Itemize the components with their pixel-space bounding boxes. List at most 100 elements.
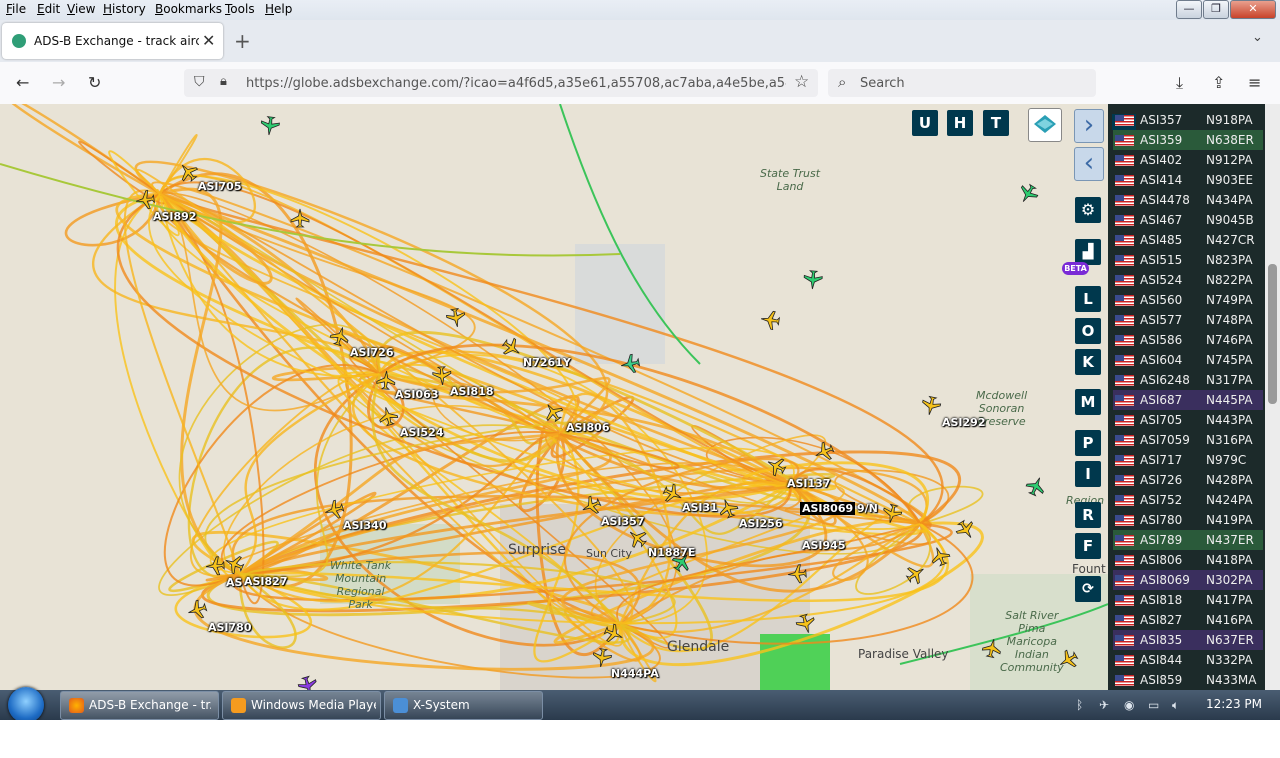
aircraft-marker[interactable] xyxy=(1016,182,1041,207)
aircraft-row[interactable]: ASI4478 N434PA xyxy=(1113,190,1263,210)
menu-file[interactable]: File xyxy=(6,2,26,16)
aircraft-row[interactable]: ASI780 N419PA xyxy=(1113,510,1263,530)
taskbar-clock[interactable]: 12:23 PM xyxy=(1206,697,1262,711)
map-button-h[interactable]: H xyxy=(947,110,973,136)
aircraft-label[interactable]: ASI063 xyxy=(395,388,439,401)
aircraft-label[interactable]: ASI31 xyxy=(682,501,718,514)
flight-map[interactable]: Surprise Glendale Sun City White Tank Mo… xyxy=(0,104,1108,690)
reload-icon[interactable]: ↻ xyxy=(88,73,101,92)
aircraft-row[interactable]: ASI789 N437ER xyxy=(1113,530,1263,550)
aircraft-marker[interactable] xyxy=(1024,474,1048,498)
map-button-p[interactable]: P xyxy=(1075,430,1101,456)
aircraft-label-selected[interactable]: ASI8069 xyxy=(800,502,856,515)
aircraft-label[interactable]: ASI827 xyxy=(244,575,288,588)
aircraft-row[interactable]: ASI859 N433MA xyxy=(1113,670,1263,690)
list-all-tabs-icon[interactable]: ⌄ xyxy=(1252,30,1263,45)
back-icon[interactable]: ← xyxy=(16,73,29,92)
aircraft-row[interactable]: ASI467 N9045B xyxy=(1113,210,1263,230)
url-text[interactable]: https://globe.adsbexchange.com/?icao=a4f… xyxy=(246,76,786,91)
lock-icon[interactable]: 🔒︎ xyxy=(220,74,227,89)
aircraft-marker[interactable] xyxy=(297,675,319,690)
aircraft-label[interactable]: ASI340 xyxy=(343,519,387,532)
aircraft-row[interactable]: ASI806 N418PA xyxy=(1113,550,1263,570)
aircraft-label[interactable]: ASI256 xyxy=(739,517,783,530)
aircraft-row[interactable]: ASI726 N428PA xyxy=(1113,470,1263,490)
downloads-icon[interactable]: ⤓ xyxy=(1176,73,1183,93)
aircraft-row[interactable]: ASI752 N424PA xyxy=(1113,490,1263,510)
aircraft-row[interactable]: ASI414 N903EE xyxy=(1113,170,1263,190)
task-firefox[interactable]: ADS-B Exchange - tr... xyxy=(60,691,219,720)
map-canvas[interactable] xyxy=(0,104,1108,690)
menu-tools[interactable]: Tools xyxy=(225,2,255,16)
aircraft-row[interactable]: ASI687 N445PA xyxy=(1113,390,1263,410)
aircraft-marker[interactable] xyxy=(954,518,979,543)
map-button-k[interactable]: K xyxy=(1075,349,1101,375)
tab-adsb-exchange[interactable]: ADS-B Exchange - track aircraft ✕ xyxy=(2,23,223,59)
forward-icon[interactable]: → xyxy=(52,73,65,92)
aircraft-label[interactable]: 9/N xyxy=(857,502,878,515)
aircraft-row[interactable]: ASI604 N745PA xyxy=(1113,350,1263,370)
aircraft-label[interactable]: ASI357 xyxy=(601,515,645,528)
settings-gear-icon[interactable]: ⚙ xyxy=(1075,197,1101,223)
aircraft-row[interactable]: ASI485 N427CR xyxy=(1113,230,1263,250)
map-button-o[interactable]: O xyxy=(1075,318,1101,344)
replay-icon[interactable]: ⟳ xyxy=(1075,576,1101,602)
aircraft-row[interactable]: ASI827 N416PA xyxy=(1113,610,1263,630)
steam-icon[interactable]: ◉ xyxy=(1124,698,1134,712)
aircraft-row[interactable]: ASI359 N638ER xyxy=(1113,130,1263,150)
app-menu-icon[interactable]: ≡ xyxy=(1248,73,1261,92)
bookmark-star-icon[interactable]: ☆ xyxy=(794,72,809,92)
menu-bookmarks[interactable]: Bookmarks xyxy=(155,2,222,16)
share-icon[interactable]: ⇪ xyxy=(1212,73,1225,92)
map-button-m[interactable]: M xyxy=(1075,389,1101,415)
aircraft-marker[interactable] xyxy=(760,310,780,330)
aircraft-row[interactable]: ASI7059 N316PA xyxy=(1113,430,1263,450)
new-tab-button[interactable]: + xyxy=(234,29,251,53)
layers-button[interactable] xyxy=(1028,108,1062,142)
aircraft-label[interactable]: ASI806 xyxy=(566,421,610,434)
display-icon[interactable]: ▭ xyxy=(1148,698,1159,712)
aircraft-row[interactable]: ASI8069 N302PA xyxy=(1113,570,1263,590)
menu-edit[interactable]: Edit xyxy=(37,2,60,16)
aircraft-label[interactable]: ASI705 xyxy=(198,180,242,193)
aircraft-label[interactable]: ASI292 xyxy=(942,416,986,429)
aircraft-label[interactable]: ASI137 xyxy=(787,477,831,490)
aircraft-row[interactable]: ASI6248 N317PA xyxy=(1113,370,1263,390)
task-x-system[interactable]: X-System xyxy=(384,691,543,720)
scrollbar-thumb[interactable] xyxy=(1268,264,1277,404)
aircraft-marker[interactable] xyxy=(446,307,467,329)
map-button-f[interactable]: F xyxy=(1075,533,1101,559)
url-bar[interactable]: ⛉ 🔒︎ https://globe.adsbexchange.com/?ica… xyxy=(184,69,818,97)
aircraft-row[interactable]: ASI717 N979C xyxy=(1113,450,1263,470)
tracking-protection-icon[interactable]: ⛉ xyxy=(194,74,205,90)
bluetooth-icon[interactable]: ᛒ xyxy=(1076,698,1083,712)
tab-close-icon[interactable]: ✕ xyxy=(202,31,215,50)
aircraft-row[interactable]: ASI705 N443PA xyxy=(1113,410,1263,430)
minimize-button[interactable]: — xyxy=(1176,0,1202,19)
aircraft-row[interactable]: ASI577 N748PA xyxy=(1113,310,1263,330)
collapse-left-button[interactable]: ‹ xyxy=(1074,147,1104,181)
aircraft-label[interactable]: AS xyxy=(226,576,242,589)
aircraft-label[interactable]: N444PA xyxy=(611,667,659,680)
map-button-t[interactable]: T xyxy=(983,110,1009,136)
map-button-r[interactable]: R xyxy=(1075,502,1101,528)
expand-right-button[interactable]: › xyxy=(1074,109,1104,143)
menu-history[interactable]: History xyxy=(103,2,146,16)
aircraft-label[interactable]: ASI818 xyxy=(450,385,494,398)
aircraft-marker[interactable] xyxy=(803,270,823,290)
close-window-button[interactable]: ✕ xyxy=(1230,0,1276,19)
search-bar[interactable]: ⌕ Search xyxy=(828,69,1096,97)
aircraft-row[interactable]: ASI586 N746PA xyxy=(1113,330,1263,350)
aircraft-row[interactable]: ASI818 N417PA xyxy=(1113,590,1263,610)
page-scrollbar[interactable] xyxy=(1265,104,1280,690)
aircraft-row[interactable]: ASI844 N332PA xyxy=(1113,650,1263,670)
map-button-u[interactable]: U xyxy=(912,110,938,136)
menu-view[interactable]: View xyxy=(67,2,95,16)
map-button-i[interactable]: I xyxy=(1075,461,1101,487)
aircraft-label[interactable]: ASI726 xyxy=(350,346,394,359)
aircraft-marker[interactable] xyxy=(920,395,942,416)
menu-help[interactable]: Help xyxy=(265,2,292,16)
aircraft-label[interactable]: ASI945 xyxy=(802,539,846,552)
aircraft-label[interactable]: N7261Y xyxy=(523,356,571,369)
aircraft-label[interactable]: N1887E xyxy=(648,546,695,559)
